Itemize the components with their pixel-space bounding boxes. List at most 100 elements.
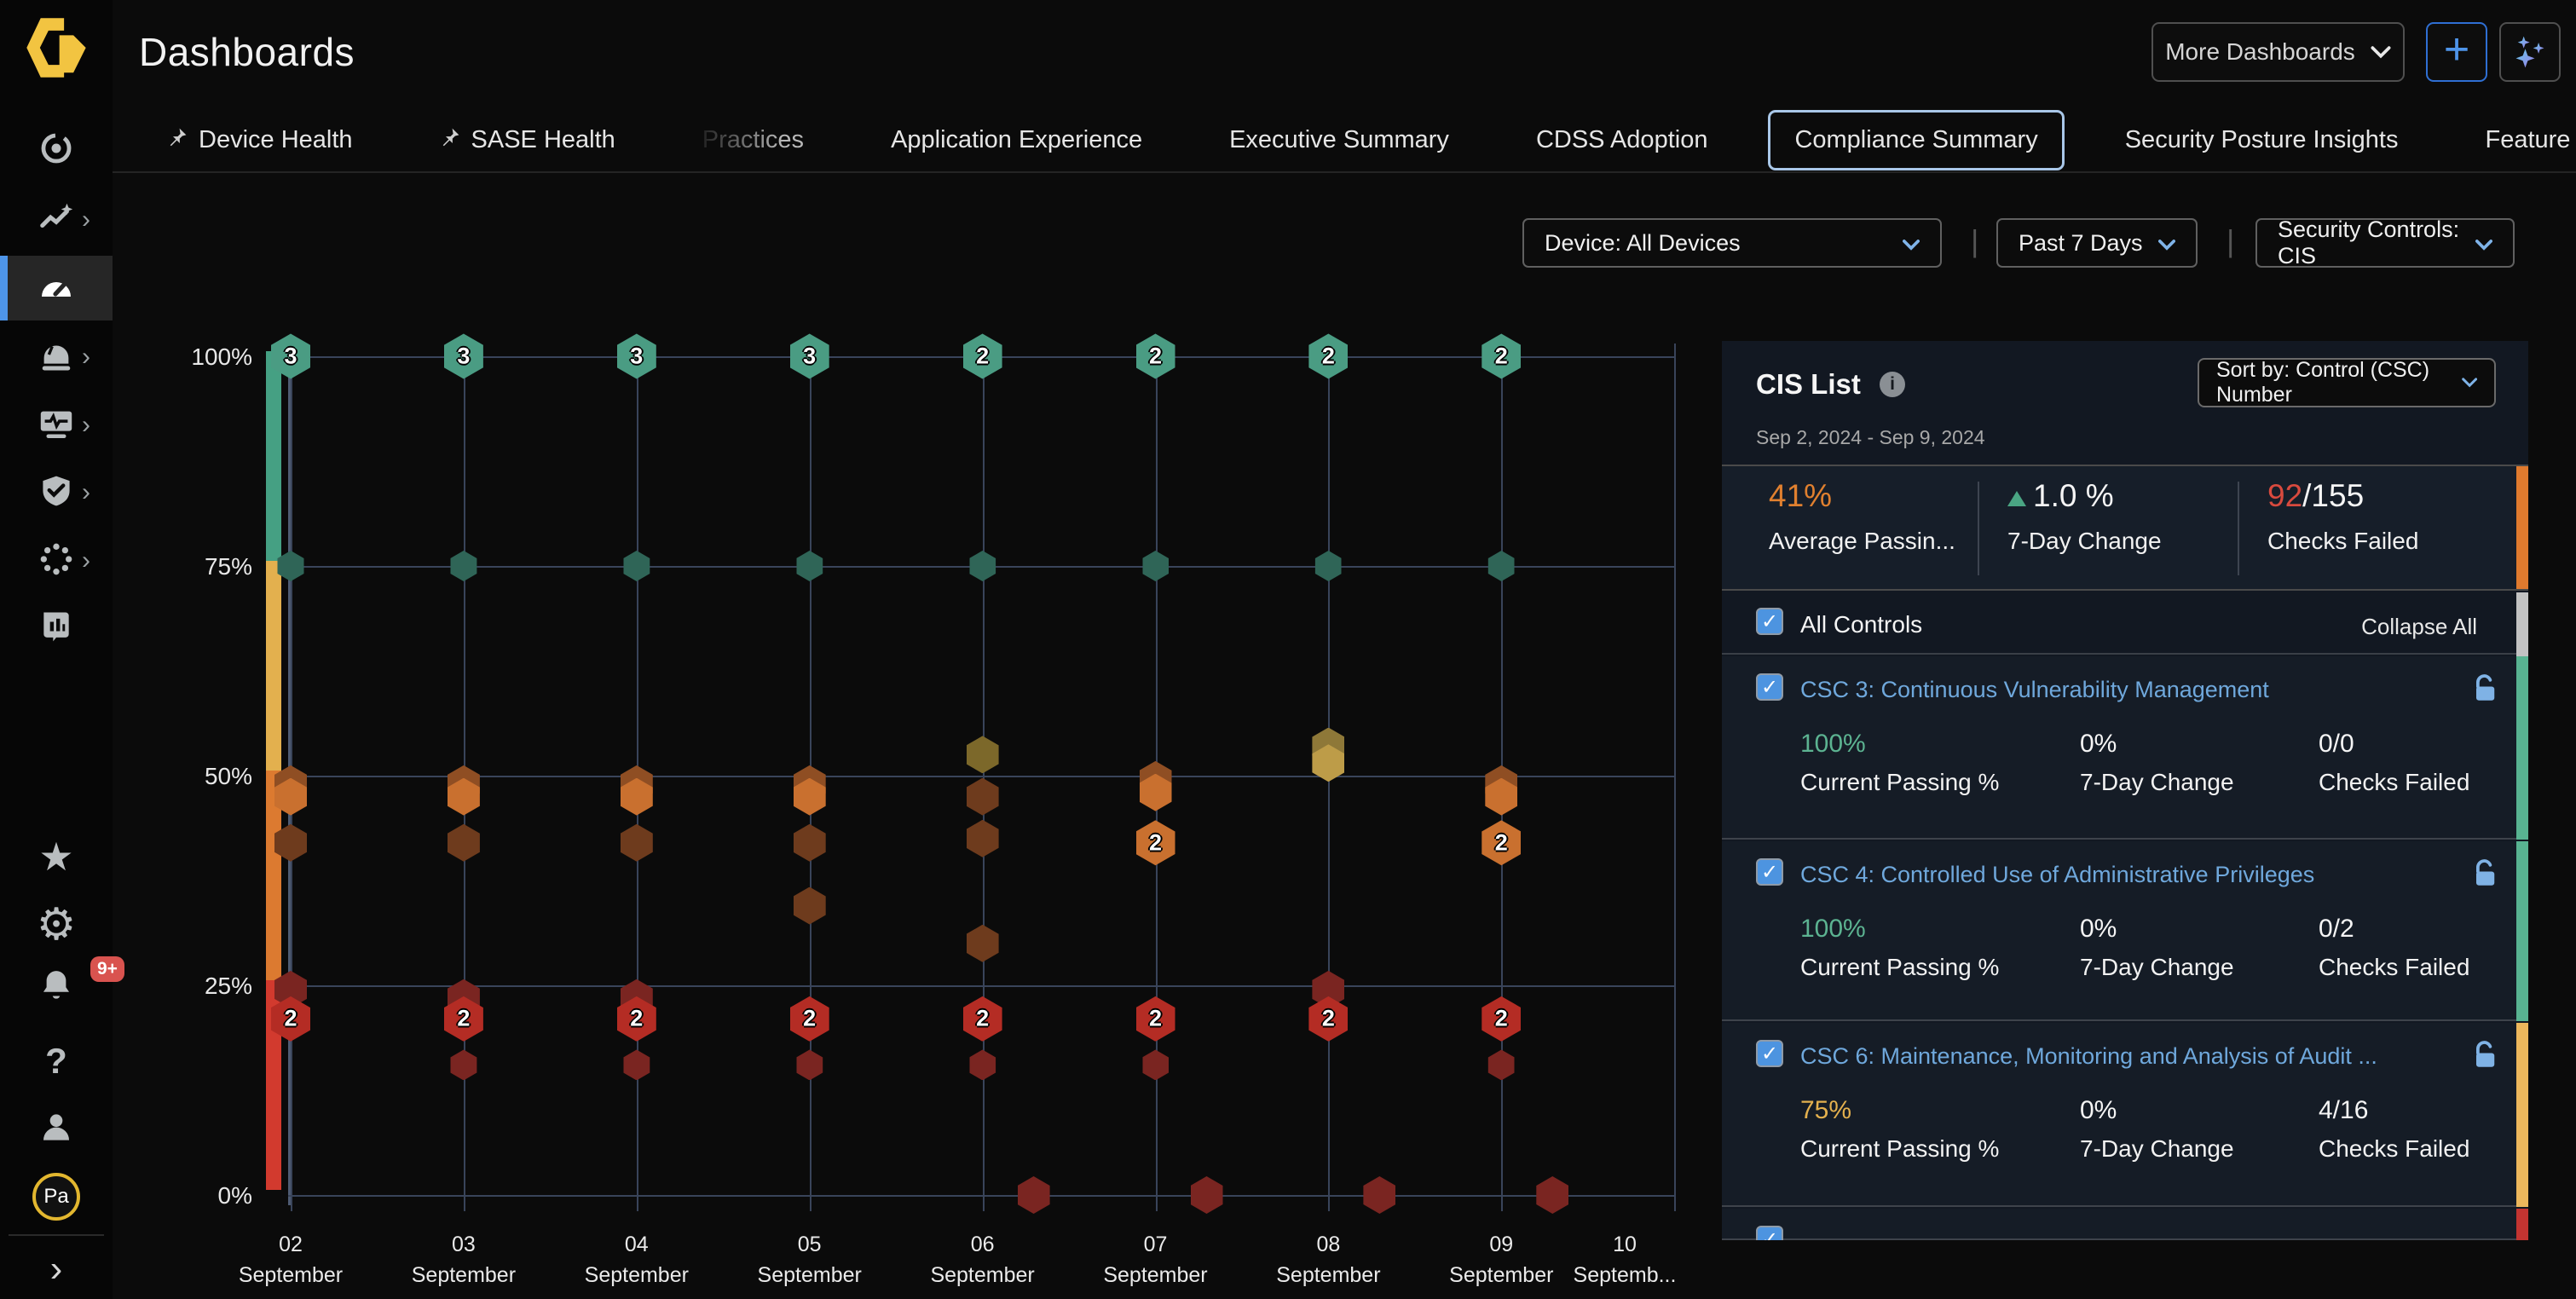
control-title-link[interactable]: CSC 4: Controlled Use of Administrative … <box>1800 862 2314 888</box>
hex-marker-brown[interactable] <box>621 824 653 862</box>
hex-marker-brown[interactable] <box>794 824 826 862</box>
hex-marker-pass[interactable]: 2 <box>1481 334 1521 379</box>
control-checkbox[interactable]: ✓ <box>1756 1226 1783 1240</box>
hex-marker-pass[interactable]: 2 <box>1136 334 1175 379</box>
sort-dropdown[interactable]: Sort by: Control (CSC) Number <box>2198 358 2496 407</box>
tab-sase-health[interactable]: SASE Health <box>413 110 642 170</box>
hex-marker-count: 2 <box>1322 1006 1335 1032</box>
hex-marker-crit_dim[interactable] <box>1488 1049 1515 1080</box>
sidebar-item-scan-circle[interactable]: › <box>0 528 113 593</box>
hex-marker-brown[interactable] <box>967 925 999 962</box>
notification-badge: 9+ <box>90 956 124 982</box>
sidebar-item-dashboards[interactable] <box>0 256 113 320</box>
hex-marker-pass_dim[interactable] <box>1315 551 1342 581</box>
sidebar-item-user[interactable] <box>0 1097 113 1162</box>
hex-marker-brown[interactable] <box>967 778 999 816</box>
sidebar-item-alarms[interactable]: › <box>0 325 113 390</box>
control-checkbox[interactable]: ✓ <box>1756 858 1783 886</box>
tab-feature-adoption[interactable]: Feature Adoption <box>2458 110 2576 170</box>
hex-marker-pass_dim[interactable] <box>796 551 823 581</box>
hex-marker-olive[interactable] <box>967 736 999 773</box>
hex-marker-pass[interactable]: 3 <box>790 334 829 379</box>
more-dashboards-button[interactable]: More Dashboards <box>2151 22 2405 82</box>
hex-marker-brown[interactable] <box>794 887 826 925</box>
hex-marker-brown[interactable] <box>967 820 999 857</box>
filter-security-controls[interactable]: Security Controls: CIS <box>2255 218 2515 268</box>
control-title-link[interactable]: CSC 3: Continuous Vulnerability Manageme… <box>1800 677 2269 703</box>
tab-compliance-summary[interactable]: Compliance Summary <box>1768 110 2064 170</box>
hex-marker-count: 3 <box>284 344 297 370</box>
control-title-link[interactable]: CSC 6: Maintenance, Monitoring and Analy… <box>1800 1043 2377 1070</box>
checks-failed-label: Checks Failed <box>2267 528 2418 555</box>
unlock-icon[interactable] <box>2472 673 2498 708</box>
tab-executive-summary[interactable]: Executive Summary <box>1203 110 1476 170</box>
x-tick-label: 03September <box>378 1229 549 1291</box>
sidebar-item-avatar[interactable]: Pa <box>0 1164 113 1229</box>
hex-marker-pass_dim[interactable] <box>450 551 477 581</box>
hex-marker-pass[interactable]: 2 <box>1308 334 1348 379</box>
sidebar-item-settings[interactable]: ⚙ <box>0 892 113 957</box>
hex-marker-pass_dim[interactable] <box>278 551 304 581</box>
hex-marker-pass_dim[interactable] <box>1488 551 1515 581</box>
hex-marker-pass_dim[interactable] <box>969 551 996 581</box>
hex-marker-crit_dim[interactable] <box>1191 1176 1223 1214</box>
x-tick-label: 07September <box>1071 1229 1241 1291</box>
gear-icon: ⚙ <box>37 903 77 947</box>
hex-marker-crit[interactable]: 2 <box>790 996 829 1042</box>
hex-marker-crit_dim[interactable] <box>969 1049 996 1080</box>
sidebar-item-security-shield[interactable]: › <box>0 460 113 525</box>
hex-marker-crit[interactable]: 2 <box>1308 996 1348 1042</box>
control-checkbox[interactable]: ✓ <box>1756 1040 1783 1067</box>
tab-cdss-adoption[interactable]: CDSS Adoption <box>1510 110 1735 170</box>
panel-scrollbar[interactable] <box>2516 592 2528 656</box>
unlock-icon[interactable] <box>2472 858 2498 893</box>
hex-marker-count: 2 <box>1322 344 1335 370</box>
hex-marker-crit[interactable]: 2 <box>963 996 1002 1042</box>
sidebar-item-help[interactable]: ? <box>0 1029 113 1094</box>
x-tick-label: 05September <box>725 1229 895 1291</box>
hex-marker-pass_dim[interactable] <box>623 551 650 581</box>
hex-marker-crit_dim[interactable] <box>1363 1176 1395 1214</box>
hex-marker-crit_dim[interactable] <box>450 1049 477 1080</box>
hex-marker-crit_dim[interactable] <box>1142 1049 1169 1080</box>
sidebar-item-notifications[interactable]: 9+ <box>0 955 113 1019</box>
panorama-logo-icon[interactable] <box>17 12 95 84</box>
sidebar-item-insights[interactable]: › <box>0 188 113 252</box>
hex-marker-crit_dim[interactable] <box>796 1049 823 1080</box>
hex-marker-pass[interactable]: 3 <box>444 334 483 379</box>
sidebar-item-reports[interactable] <box>0 596 113 661</box>
hex-marker-warn[interactable]: 2 <box>1481 820 1521 865</box>
tab-device-health[interactable]: Device Health <box>141 110 379 170</box>
current-passing-label: Current Passing % <box>1800 1135 1999 1163</box>
all-controls-checkbox[interactable]: ✓ <box>1756 608 1783 635</box>
hex-marker-pass_dim[interactable] <box>1142 551 1169 581</box>
hex-marker-crit_dim[interactable] <box>623 1049 650 1080</box>
hex-marker-crit_dim[interactable] <box>1018 1176 1050 1214</box>
user-avatar[interactable]: Pa <box>32 1173 80 1221</box>
hex-marker-crit[interactable]: 2 <box>1136 996 1175 1042</box>
add-dashboard-button[interactable]: + <box>2426 22 2487 82</box>
hex-marker-brown[interactable] <box>448 824 480 862</box>
hex-marker-pass[interactable]: 2 <box>963 334 1002 379</box>
tab-security-posture-insights[interactable]: Security Posture Insights <box>2099 110 2425 170</box>
sidebar-item-overview[interactable] <box>0 118 113 182</box>
filter-past-7-days[interactable]: Past 7 Days <box>1996 218 2198 268</box>
ai-assistant-button[interactable] <box>2499 22 2561 82</box>
control-checkbox[interactable]: ✓ <box>1756 673 1783 701</box>
hex-marker-crit_dim[interactable] <box>1536 1176 1568 1214</box>
sidebar-item-expand[interactable]: › <box>0 1237 113 1299</box>
filter-device[interactable]: Device: All Devices <box>1522 218 1942 268</box>
all-controls-label: All Controls <box>1800 611 1922 638</box>
dashboards-icon <box>36 266 77 311</box>
info-icon[interactable]: i <box>1880 372 1905 397</box>
hex-marker-warn[interactable]: 2 <box>1136 820 1175 865</box>
hex-marker-crit[interactable]: 2 <box>1481 996 1521 1042</box>
seven-day-change-value: 0% <box>2080 1096 2117 1125</box>
collapse-all-link[interactable]: Collapse All <box>2361 614 2477 640</box>
sidebar-item-favorites[interactable]: ★ <box>0 824 113 889</box>
hex-marker-pass[interactable]: 3 <box>617 334 656 379</box>
sidebar-item-device-monitor[interactable]: › <box>0 393 113 458</box>
unlock-icon[interactable] <box>2472 1040 2498 1075</box>
tab-practices[interactable]: Practices <box>676 110 830 170</box>
tab-application-experience[interactable]: Application Experience <box>864 110 1169 170</box>
